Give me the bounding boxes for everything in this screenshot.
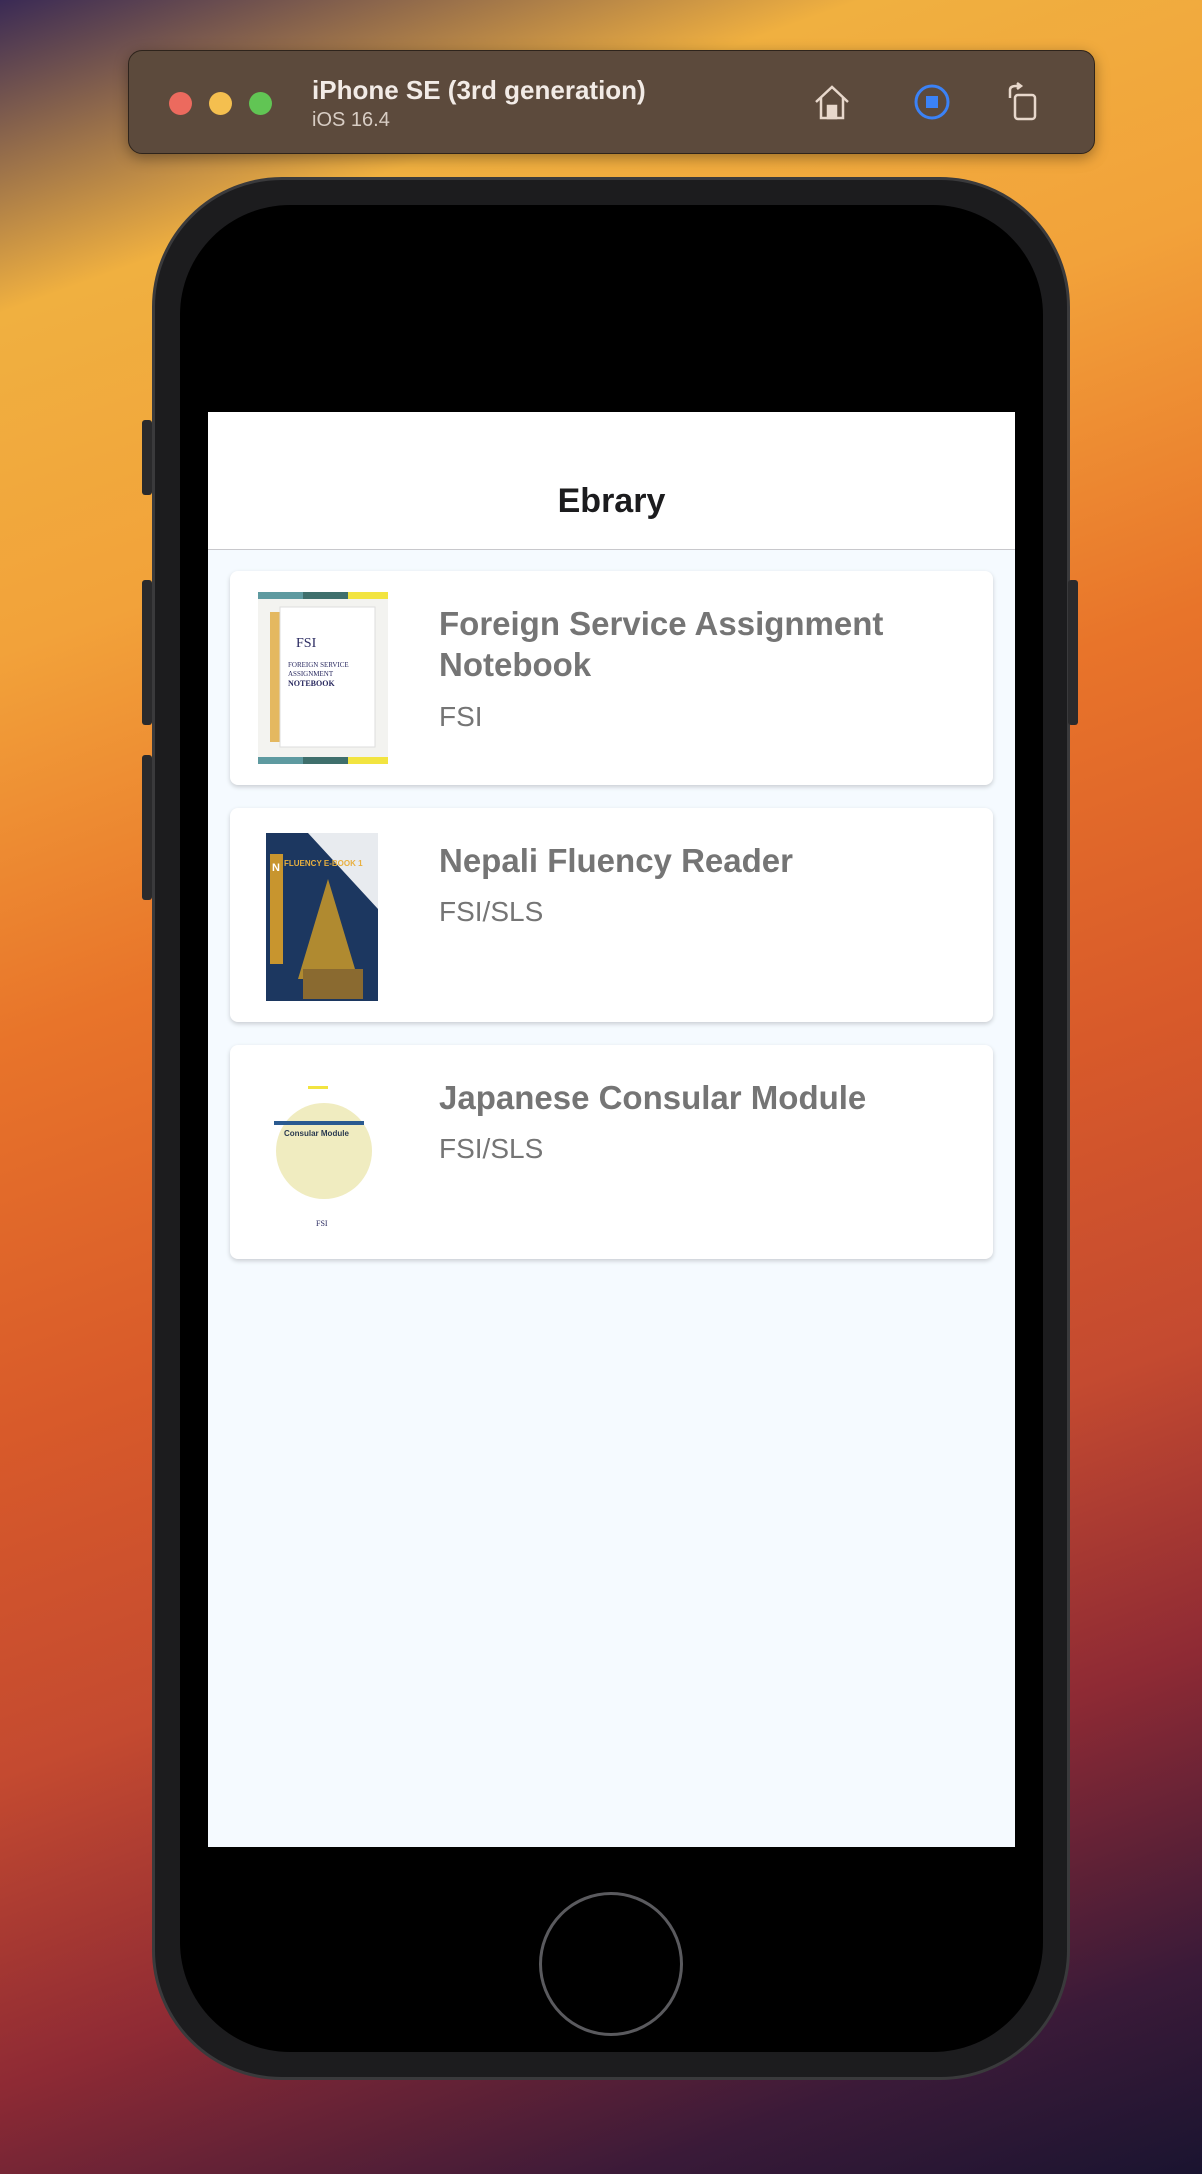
svg-text:N: N	[272, 862, 280, 874]
app-content: Ebrary FSI FOREIGN SERVICE ASSIGNMENT NO…	[208, 412, 1015, 1847]
svg-text:ASSIGNMENT: ASSIGNMENT	[288, 670, 334, 678]
book-cover: FSI FOREIGN SERVICE ASSIGNMENT NOTEBOOK	[258, 592, 388, 764]
book-card[interactable]: N FLUENCY E-BOOK 1 Nepali Fluency Reader…	[230, 808, 993, 1022]
svg-text:NOTEBOOK: NOTEBOOK	[288, 679, 335, 688]
minimize-window-button[interactable]	[209, 92, 232, 115]
book-author: FSI/SLS	[439, 1133, 544, 1164]
svg-text:FSI: FSI	[296, 636, 317, 651]
close-window-button[interactable]	[169, 92, 192, 115]
svg-text:FSI: FSI	[316, 1219, 328, 1228]
volume-down-button	[142, 755, 152, 900]
book-cover: Consular Module FSI	[258, 1066, 388, 1238]
book-author: FSI	[439, 701, 483, 732]
book-author: FSI/SLS	[439, 896, 544, 927]
svg-text:Consular Module: Consular Module	[284, 1129, 349, 1138]
home-button[interactable]	[539, 1892, 683, 2036]
page-title: Ebrary	[557, 482, 666, 520]
stop-record-icon[interactable]	[909, 79, 955, 125]
book-title: Japanese Consular Module	[439, 1079, 867, 1116]
book-title: Nepali Fluency Reader	[439, 842, 793, 879]
book-title: Foreign Service Assignment Notebook	[439, 605, 884, 683]
simulator-toolbar: iPhone SE (3rd generation) iOS 16.4	[128, 50, 1095, 154]
svg-text:FOREIGN SERVICE: FOREIGN SERVICE	[288, 661, 349, 669]
device-name: iPhone SE (3rd generation)	[312, 75, 646, 105]
svg-text:FLUENCY E-BOOK 1: FLUENCY E-BOOK 1	[284, 859, 363, 868]
power-button	[1068, 580, 1078, 725]
zoom-window-button[interactable]	[249, 92, 272, 115]
volume-up-button	[142, 580, 152, 725]
rotate-icon[interactable]	[999, 79, 1045, 125]
book-card[interactable]: FSI FOREIGN SERVICE ASSIGNMENT NOTEBOOK …	[230, 571, 993, 785]
home-icon[interactable]	[809, 79, 855, 125]
mute-switch	[142, 420, 152, 495]
book-cover: N FLUENCY E-BOOK 1	[258, 829, 388, 1001]
os-version: iOS 16.4	[312, 109, 390, 131]
book-card[interactable]: Consular Module FSI Japanese Consular Mo…	[230, 1045, 993, 1259]
nav-header: Ebrary	[208, 412, 1015, 550]
